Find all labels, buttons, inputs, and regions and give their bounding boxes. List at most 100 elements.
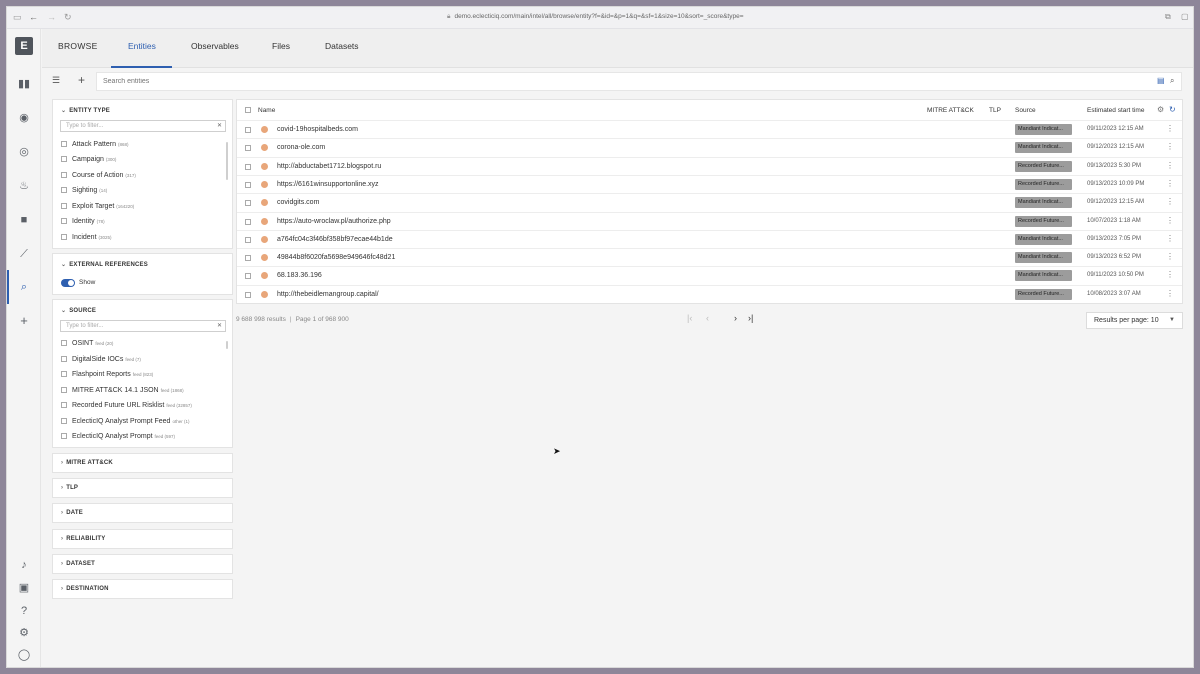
filter-icon[interactable]: ☰ — [52, 75, 60, 86]
calendar-icon[interactable]: ▣ — [17, 581, 31, 595]
next-page-icon[interactable]: › — [734, 313, 737, 323]
external-references-header[interactable]: ⌄ EXTERNAL REFERENCES — [61, 261, 148, 268]
clear-icon[interactable]: ✕ — [217, 122, 222, 129]
row-checkbox[interactable] — [245, 255, 251, 262]
search-icon[interactable]: ⌕ — [17, 280, 31, 294]
entity-type-item[interactable]: Course of Action (317) — [61, 172, 136, 179]
more-options-icon[interactable]: ⋮ — [1166, 197, 1174, 206]
more-options-icon[interactable]: ⋮ — [1166, 142, 1174, 151]
checkbox[interactable] — [61, 340, 67, 346]
forward-icon[interactable]: → — [47, 12, 56, 22]
table-row[interactable]: http://thebeidlemangroup.capital/Recorde… — [237, 284, 1182, 303]
entity-name[interactable]: 49844b8f6020fa5698e949646fc48d21 — [277, 254, 395, 261]
date-panel[interactable]: › DATE — [52, 503, 233, 523]
fire-icon[interactable]: ♨ — [17, 179, 31, 193]
tabs-icon[interactable]: ▢ — [1181, 12, 1189, 21]
table-row[interactable]: https://auto-wroclaw.pl/authorize.php Rec… — [237, 211, 1182, 230]
checkbox[interactable] — [61, 387, 67, 393]
user-avatar-icon[interactable]: ◯ — [17, 648, 31, 662]
source-filter-input[interactable]: Type to filter... ✕ — [60, 320, 226, 332]
checkbox[interactable] — [61, 402, 67, 408]
checkbox[interactable] — [61, 172, 67, 178]
tab-files[interactable]: Files — [272, 41, 290, 51]
more-options-icon[interactable]: ⋮ — [1166, 179, 1174, 188]
checkbox[interactable] — [61, 218, 67, 224]
column-header-tlp[interactable]: TLP — [989, 107, 1001, 114]
entity-type-header[interactable]: ⌄ ENTITY TYPE — [61, 107, 110, 114]
entity-type-item[interactable]: Identity (78) — [61, 218, 105, 225]
checkbox[interactable] — [61, 203, 67, 209]
table-row[interactable]: covidgits.com Mandiant Indicat... 09/12/20… — [237, 193, 1182, 211]
add-entity-icon[interactable]: + — [78, 73, 85, 87]
checkbox[interactable] — [61, 187, 67, 193]
reliability-panel[interactable]: › RELIABILITY — [52, 529, 233, 549]
row-checkbox[interactable] — [245, 218, 251, 225]
mitre-attack-panel[interactable]: › MITRE ATT&CK — [52, 453, 233, 473]
show-toggle[interactable] — [61, 279, 75, 287]
entity-type-item[interactable]: Attack Pattern (868) — [61, 141, 128, 148]
entity-type-item[interactable]: Incident (3025) — [61, 234, 112, 241]
more-options-icon[interactable]: ⋮ — [1166, 216, 1174, 225]
checkbox[interactable] — [61, 371, 67, 377]
clear-icon[interactable]: ✕ — [217, 322, 222, 329]
checkbox[interactable] — [61, 141, 67, 147]
robot-icon[interactable]: ◉ — [17, 111, 31, 125]
calendar-filter-icon[interactable]: ▤ — [1157, 76, 1165, 85]
table-row[interactable]: http://abductabet1712.blogspot.ru Recorde… — [237, 156, 1182, 175]
entity-type-item[interactable]: Campaign (300) — [61, 156, 116, 163]
table-row[interactable]: 49844b8f6020fa5698e949646fc48d21 Mandiant… — [237, 248, 1182, 266]
entity-name[interactable]: https://auto-wroclaw.pl/authorize.php — [277, 218, 391, 225]
tab-entities[interactable]: Entities — [128, 41, 156, 51]
back-icon[interactable]: ← — [29, 12, 38, 22]
table-row[interactable]: corona-ole.com Mandiant Indicat... 09/12/2… — [237, 138, 1182, 156]
sidebar-toggle-icon[interactable]: ▭ — [13, 12, 22, 23]
source-item[interactable]: Flashpoint Reports feed (823) — [61, 371, 153, 378]
source-item[interactable]: Recorded Future URL Risklist feed (32857) — [61, 402, 192, 409]
app-logo[interactable]: E — [15, 37, 33, 55]
entity-name[interactable]: http://thebeidlemangroup.capital/ — [277, 291, 379, 298]
target-icon[interactable]: ◎ — [17, 145, 31, 159]
entity-type-filter-input[interactable]: Type to filter... ✕ — [60, 120, 226, 132]
graph-icon[interactable]: ⟋ — [17, 247, 31, 261]
entity-name[interactable]: http://abductabet1712.blogspot.ru — [277, 163, 381, 170]
search-input[interactable] — [96, 72, 1182, 91]
address-bar[interactable]: 🔒︎ demo.eclecticiq.com/main/intel/all/bro… — [447, 13, 744, 21]
row-checkbox[interactable] — [245, 181, 251, 188]
column-header-start-time[interactable]: Estimated start time — [1087, 107, 1144, 114]
checkbox[interactable] — [61, 418, 67, 424]
source-item[interactable]: OSINT feed (20) — [61, 340, 113, 347]
search-submit-icon[interactable]: ⌕ — [1170, 76, 1174, 86]
source-item[interactable]: EclecticIQ Analyst Prompt Feed other (1) — [61, 418, 189, 425]
checkbox[interactable] — [61, 356, 67, 362]
tlp-panel[interactable]: › TLP — [52, 478, 233, 498]
tab-datasets[interactable]: Datasets — [325, 41, 359, 51]
source-header[interactable]: ⌄ SOURCE — [61, 307, 96, 314]
briefcase-icon[interactable]: ■ — [17, 213, 31, 227]
more-options-icon[interactable]: ⋮ — [1166, 270, 1174, 279]
share-icon[interactable]: ⧉ — [1165, 12, 1171, 22]
entity-name[interactable]: https://6161winsupportonline.xyz — [277, 181, 379, 188]
last-page-icon[interactable]: ›| — [748, 313, 753, 323]
source-item[interactable]: EclecticIQ Analyst Prompt feed (597) — [61, 433, 175, 440]
first-page-icon[interactable]: |‹ — [687, 313, 692, 323]
table-row[interactable]: https://6161winsupportonline.xyz Recorded… — [237, 174, 1182, 193]
more-options-icon[interactable]: ⋮ — [1166, 289, 1174, 298]
row-checkbox[interactable] — [245, 291, 251, 298]
entity-name[interactable]: covidgits.com — [277, 199, 319, 206]
checkbox[interactable] — [61, 234, 67, 240]
refresh-icon[interactable]: ↻ — [1169, 105, 1176, 114]
row-checkbox[interactable] — [245, 145, 251, 152]
more-options-icon[interactable]: ⋮ — [1166, 234, 1174, 243]
previous-page-icon[interactable]: ‹ — [706, 313, 709, 323]
table-row[interactable]: covid-19hospitalbeds.com Mandiant Indicat… — [237, 120, 1182, 138]
entity-name[interactable]: corona-ole.com — [277, 144, 325, 151]
more-options-icon[interactable]: ⋮ — [1166, 161, 1174, 170]
checkbox[interactable] — [61, 433, 67, 439]
entity-name[interactable]: a764fc04c3f46bf358bf97ecae44b1de — [277, 236, 393, 243]
row-checkbox[interactable] — [245, 200, 251, 207]
row-checkbox[interactable] — [245, 273, 251, 280]
column-header-source[interactable]: Source — [1015, 107, 1036, 114]
entity-name[interactable]: 68.183.36.196 — [277, 272, 322, 279]
source-item[interactable]: DigitalSide IOCs feed (7) — [61, 356, 141, 363]
help-icon[interactable]: ? — [17, 604, 31, 618]
